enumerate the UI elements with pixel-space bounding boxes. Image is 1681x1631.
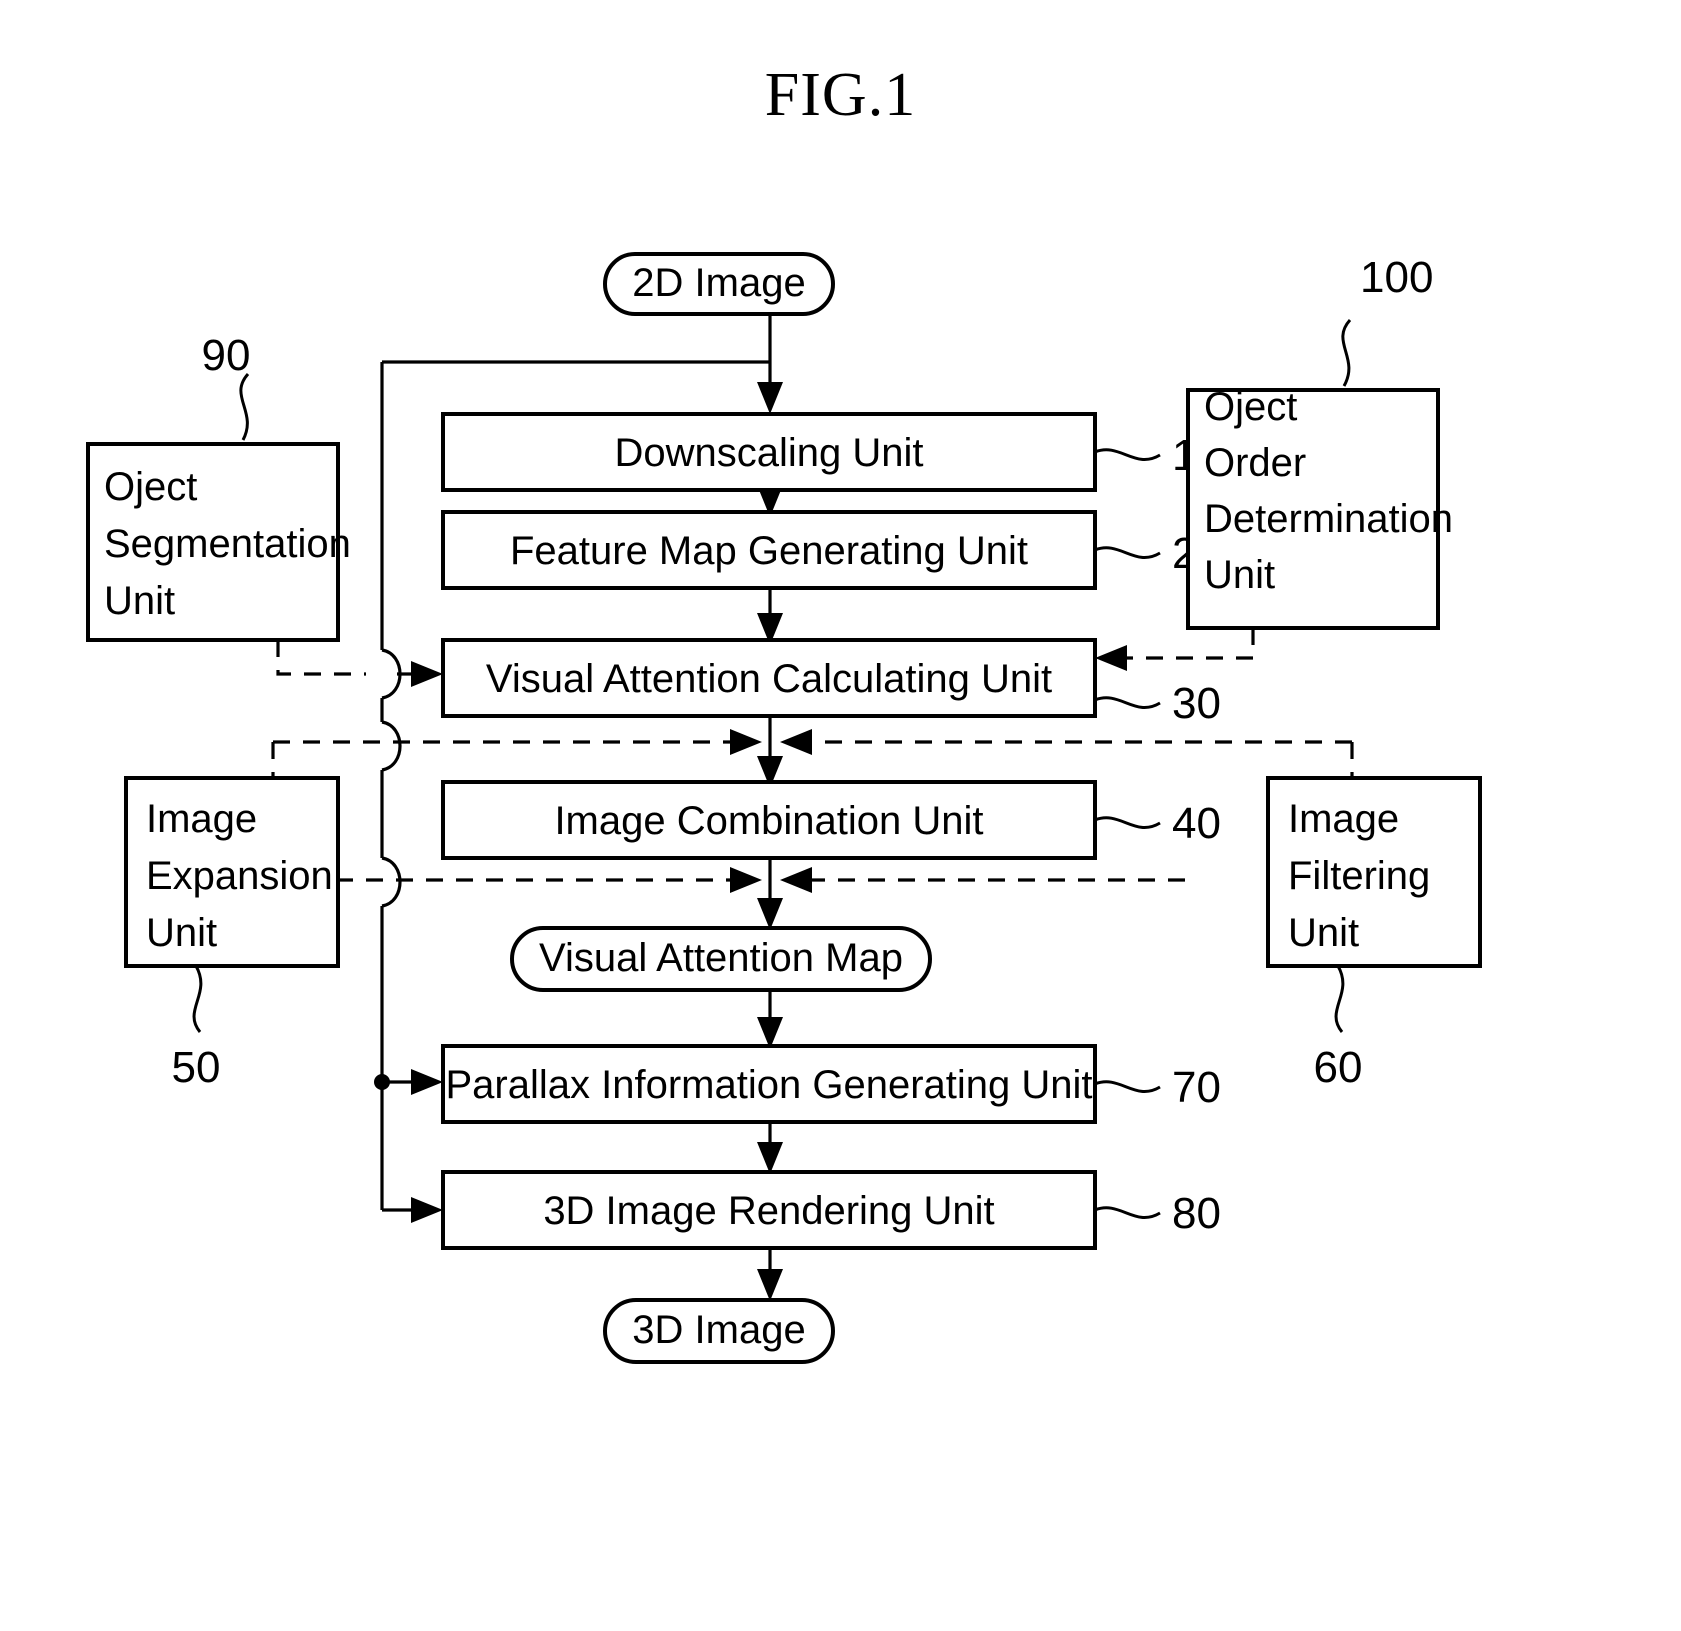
arrowhead-bus-rendering — [411, 1197, 443, 1223]
block-label-image-filtering-line2: Filtering — [1288, 854, 1430, 898]
block-label-image-filtering-line1: Image — [1288, 797, 1399, 841]
arrowhead-vamap — [757, 898, 783, 930]
arrowhead-rendering — [757, 1142, 783, 1174]
leader-visual-attention — [1094, 696, 1161, 709]
ref-num-rendering: 80 — [1172, 1189, 1221, 1238]
ref-num-oject-segmentation: 90 — [202, 331, 251, 380]
dashed-objectorder-to-visualattention — [1110, 628, 1255, 660]
leader-image-expansion — [192, 965, 203, 1033]
leader-downscaling — [1094, 448, 1161, 461]
block-label-oject-order-line3: Determination — [1204, 497, 1453, 541]
ref-num-oject-order: 100 — [1360, 253, 1433, 302]
block-label-feature-map: Feature Map Generating Unit — [510, 529, 1028, 573]
block-diagram: Downscaling Unit 10 Feature Map Generati… — [86, 252, 1482, 1364]
block-label-parallax: Parallax Information Generating Unit — [446, 1063, 1093, 1107]
ref-num-visual-attention: 30 — [1172, 679, 1221, 728]
block-label-oject-segmentation-line1: Oject — [104, 465, 197, 509]
arrowhead-objectorder-visualattention — [1095, 645, 1127, 671]
leader-image-filtering — [1334, 965, 1345, 1033]
arrowhead-bus-parallax — [411, 1069, 443, 1095]
arrowhead-downscaling — [757, 382, 783, 414]
ref-num-parallax: 70 — [1172, 1063, 1221, 1112]
block-label-oject-segmentation-line3: Unit — [104, 579, 175, 623]
block-label-rendering: 3D Image Rendering Unit — [543, 1189, 994, 1233]
dashed-objectsegmentation-to-visualattention — [276, 640, 366, 676]
leader-image-combination — [1094, 816, 1161, 829]
block-label-image-expansion-line2: Expansion — [146, 854, 333, 898]
ref-num-image-combination: 40 — [1172, 799, 1221, 848]
block-label-oject-order-line1: Oject — [1204, 385, 1297, 429]
block-label-image-expansion-line1: Image — [146, 797, 257, 841]
leader-feature-map — [1094, 546, 1161, 559]
ref-num-image-filtering: 60 — [1314, 1043, 1363, 1092]
bus-hop-arc-2 — [381, 720, 402, 772]
terminal-label-visual-attention-map: Visual Attention Map — [539, 936, 903, 980]
block-label-oject-segmentation-line2: Segmentation — [104, 522, 351, 566]
ref-num-image-expansion: 50 — [172, 1043, 221, 1092]
arrowhead-dashed-lower-right — [780, 867, 812, 893]
terminal-label-2d-image: 2D Image — [632, 261, 805, 305]
block-label-oject-order-line4: Unit — [1204, 553, 1275, 597]
block-label-image-filtering-line3: Unit — [1288, 911, 1359, 955]
block-label-image-combination: Image Combination Unit — [554, 799, 983, 843]
terminal-label-3d-image: 3D Image — [632, 1308, 805, 1352]
block-label-visual-attention: Visual Attention Calculating Unit — [486, 657, 1052, 701]
leader-oject-segmentation — [239, 372, 250, 441]
arrowhead-bus-visualattention — [411, 661, 443, 687]
arrowhead-dashed-upper-left — [730, 729, 762, 755]
leader-oject-order — [1341, 318, 1352, 387]
arrowhead-dashed-lower-left — [730, 867, 762, 893]
arrowhead-dashed-upper-right — [780, 729, 812, 755]
leader-rendering — [1094, 1206, 1161, 1219]
figure-canvas: FIG.1 Downscaling Unit Feature Map Gener… — [0, 0, 1681, 1631]
bus-hop-arc-3 — [381, 856, 402, 908]
block-label-image-expansion-line3: Unit — [146, 911, 217, 955]
block-label-downscaling: Downscaling Unit — [614, 431, 923, 475]
block-label-oject-order-line2: Order — [1204, 441, 1306, 485]
arrowhead-output — [757, 1269, 783, 1301]
leader-parallax — [1094, 1080, 1161, 1093]
